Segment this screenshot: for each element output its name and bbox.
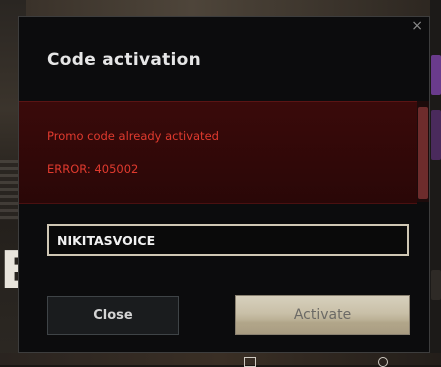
- background-purple-tile: [431, 110, 441, 160]
- background-gear-icon: [378, 357, 388, 367]
- activate-button-label: Activate: [293, 307, 352, 323]
- background-tile: [431, 270, 441, 300]
- close-button[interactable]: Close: [47, 296, 179, 335]
- background-monitor-icon: [244, 357, 256, 367]
- dialog-title: Code activation: [47, 50, 202, 70]
- error-panel-scrollbar[interactable]: [417, 101, 429, 202]
- close-button-label: Close: [93, 308, 133, 323]
- scrollbar-thumb[interactable]: [418, 107, 428, 199]
- error-panel: Promo code already activated ERROR: 4050…: [19, 101, 417, 204]
- promo-code-input[interactable]: [47, 224, 409, 256]
- background-footer-strip: [0, 353, 441, 365]
- error-message: Promo code already activated: [47, 129, 219, 143]
- error-code: ERROR: 405002: [47, 162, 139, 176]
- code-activation-dialog: × Code activation Promo code already act…: [18, 16, 430, 353]
- background-header-strip: [26, 0, 441, 16]
- background-right-panel: [430, 0, 441, 365]
- close-icon[interactable]: ×: [411, 18, 423, 34]
- background-purple-tile: [431, 55, 441, 95]
- activate-button[interactable]: Activate: [235, 295, 410, 335]
